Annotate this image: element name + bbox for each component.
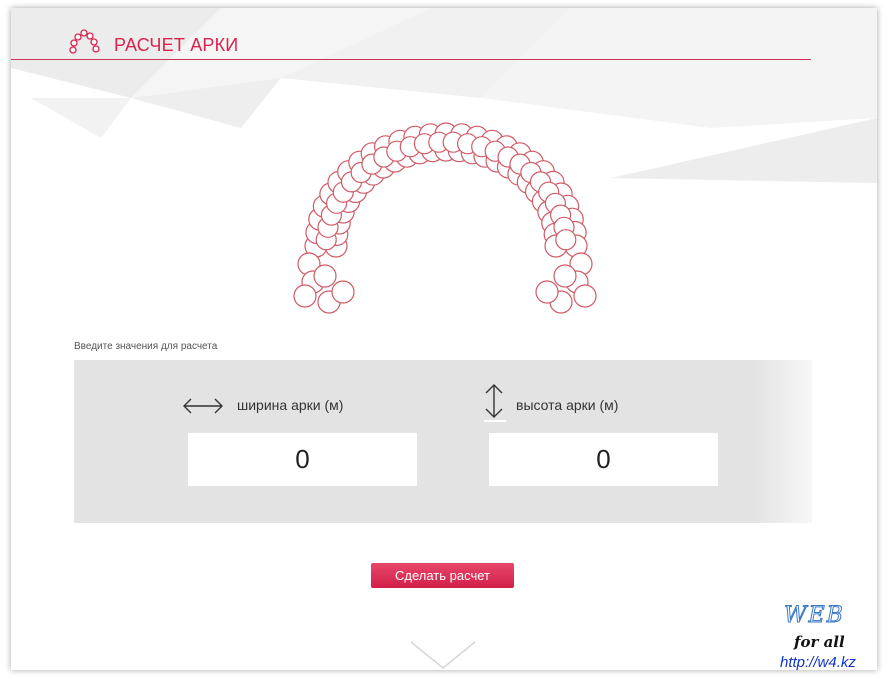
calculate-button[interactable]: Сделать расчет [371, 563, 514, 588]
balloon [573, 284, 597, 308]
app-frame: РАСЧЕТ АРКИ Введите значения для расчета… [11, 8, 877, 670]
balloon [313, 264, 337, 288]
balloon [331, 280, 355, 304]
site-watermark: WEB for all http://w4.kz [766, 603, 876, 671]
balloon-arch-illustration [293, 122, 597, 314]
input-panel: ширина арки (м) высота арки (м) [74, 360, 812, 523]
balloon [553, 264, 577, 288]
balloon [293, 284, 317, 308]
header-divider [11, 59, 811, 60]
height-input[interactable] [489, 433, 718, 486]
page-title: РАСЧЕТ АРКИ [114, 35, 239, 55]
balloon [535, 280, 559, 304]
balloon [555, 229, 577, 251]
watermark-url: http://w4.kz [780, 654, 856, 670]
watermark-brand: WEB [784, 603, 845, 629]
width-input[interactable] [188, 433, 417, 486]
page-header: РАСЧЕТ АРКИ [11, 28, 811, 60]
instructions-text: Введите значения для расчета [74, 341, 218, 352]
horizontal-arrows-icon [183, 398, 223, 414]
height-label: высота арки (м) [516, 397, 619, 413]
balloon-arch-icon [69, 29, 100, 54]
watermark-tagline: for all [794, 633, 845, 651]
vertical-arrows-icon [484, 384, 506, 422]
scroll-down-chevron-icon[interactable] [409, 640, 477, 670]
width-label: ширина арки (м) [237, 397, 344, 413]
